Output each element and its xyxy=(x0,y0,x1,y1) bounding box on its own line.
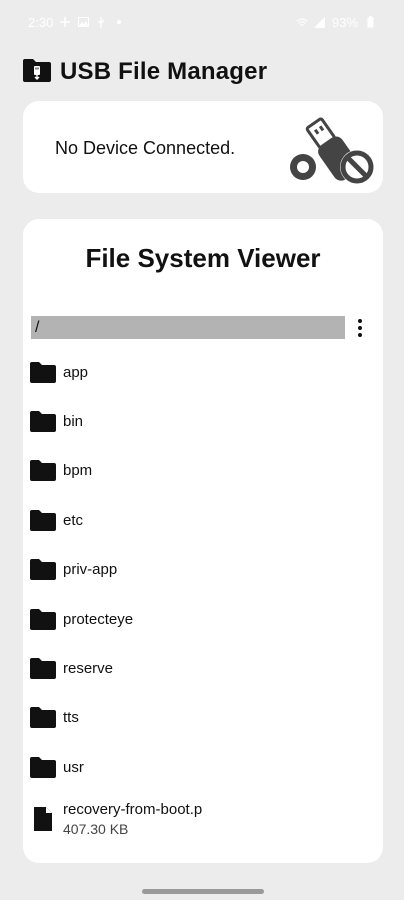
list-item-bpm[interactable]: bpm xyxy=(23,450,383,490)
file-name: tts xyxy=(63,708,79,726)
file-system-title: File System Viewer xyxy=(85,243,321,273)
list-item-tts[interactable]: tts xyxy=(23,697,383,737)
file-name: priv-app xyxy=(63,560,118,578)
charge-icon xyxy=(59,16,71,28)
file-name: etc xyxy=(63,511,84,529)
folder-icon xyxy=(29,656,57,680)
file-size: 407.30 KB xyxy=(63,821,129,837)
list-item-protecteye[interactable]: protecteye xyxy=(23,599,383,639)
gallery-icon xyxy=(77,16,89,28)
app-title: USB File Manager xyxy=(60,58,268,85)
usb-icon xyxy=(95,16,107,28)
list-item-priv-app[interactable]: priv-app xyxy=(23,549,383,589)
signal-icon xyxy=(314,16,326,28)
app-header: USB File Manager xyxy=(22,54,267,90)
file-name: usr xyxy=(63,758,84,776)
file-name: bpm xyxy=(63,461,93,479)
status-left: 2:30 xyxy=(28,15,125,30)
list-item-usr[interactable]: usr xyxy=(23,747,383,787)
usb-folder-icon xyxy=(22,57,52,88)
folder-icon xyxy=(29,607,57,631)
file-name: reserve xyxy=(63,659,114,677)
status-time: 2:30 xyxy=(28,14,54,30)
folder-icon xyxy=(29,705,57,729)
folder-icon xyxy=(29,360,57,384)
list-item-etc[interactable]: etc xyxy=(23,500,383,540)
file-name: app xyxy=(63,363,89,381)
folder-icon xyxy=(29,508,57,532)
device-status-card: No Device Connected. xyxy=(23,101,383,193)
folder-icon xyxy=(29,458,57,482)
file-name: recovery-from-boot.p xyxy=(63,801,203,818)
gesture-nav-handle[interactable] xyxy=(142,889,264,894)
file-name: bin xyxy=(63,412,84,430)
battery-level: 93% xyxy=(331,14,358,30)
folder-icon xyxy=(29,755,57,779)
file-name: protecteye xyxy=(63,610,134,628)
device-status-text: No Device Connected. xyxy=(55,138,236,158)
file-icon xyxy=(33,806,53,832)
status-right: 93% xyxy=(296,15,376,30)
list-item-app[interactable]: app xyxy=(23,352,383,392)
list-item-reserve[interactable]: reserve xyxy=(23,648,383,688)
list-item-recovery-from-boot[interactable]: recovery-from-boot.p 407.30 KB xyxy=(23,794,383,844)
folder-icon xyxy=(29,409,57,433)
status-bar: 2:30 93% xyxy=(0,0,404,44)
more-vert-icon[interactable] xyxy=(353,315,367,341)
file-system-card: File System Viewer / app bin bpm etc pri… xyxy=(23,219,383,863)
list-item-bin[interactable]: bin xyxy=(23,401,383,441)
dot-icon xyxy=(113,16,125,28)
wifi-icon xyxy=(296,16,308,28)
path-bar[interactable]: / xyxy=(31,316,345,339)
battery-icon xyxy=(364,16,376,28)
usb-drive-disconnected-icon xyxy=(283,109,383,189)
folder-icon xyxy=(29,557,57,581)
